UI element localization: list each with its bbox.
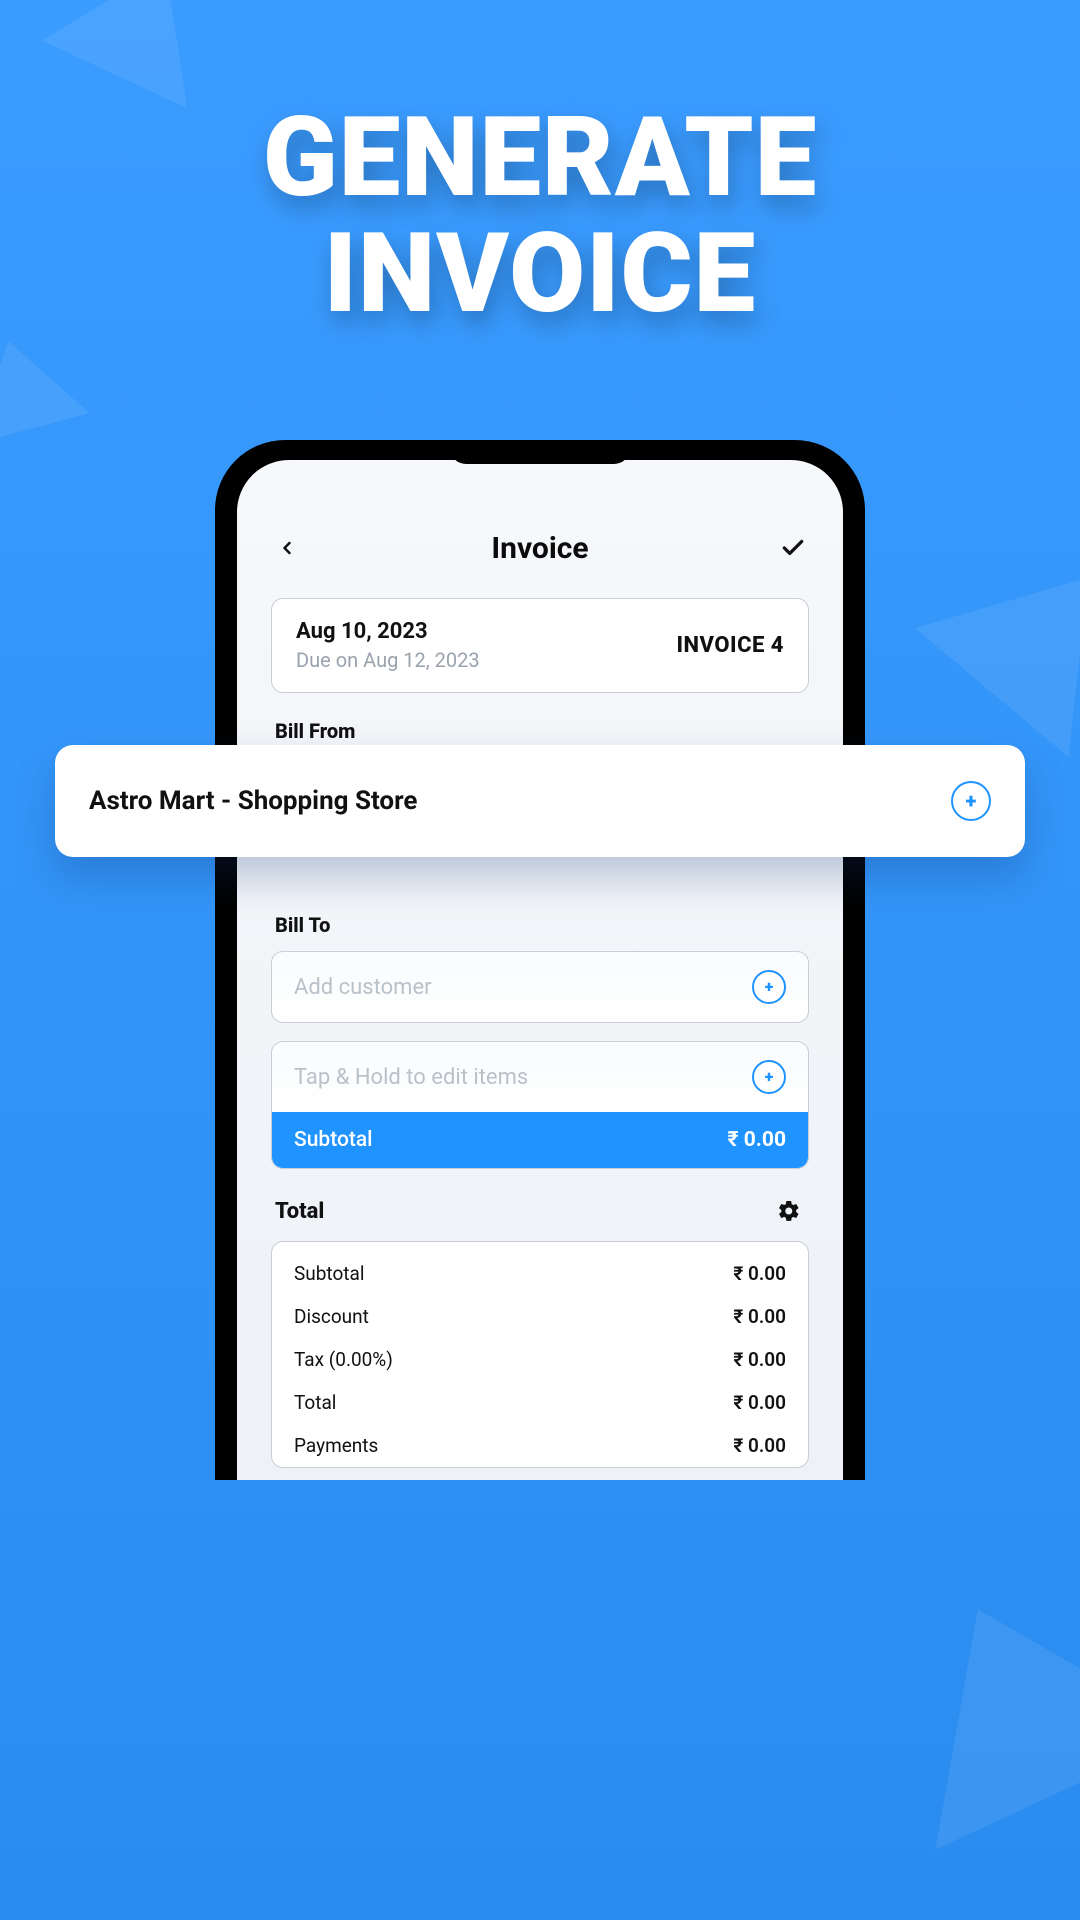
total-row-value: ₹ 0.00: [733, 1434, 786, 1457]
add-customer-field[interactable]: Add customer +: [271, 951, 809, 1023]
edit-items-field[interactable]: Tap & Hold to edit items +: [272, 1042, 808, 1112]
bill-from-name: Astro Mart - Shopping Store: [89, 786, 417, 816]
plus-icon: +: [765, 1069, 774, 1085]
add-customer-button[interactable]: +: [752, 970, 786, 1004]
page-title: Invoice: [303, 531, 777, 566]
add-biller-button[interactable]: +: [951, 781, 991, 821]
subtotal-label: Subtotal: [294, 1128, 373, 1152]
total-row-label: Total: [294, 1391, 336, 1414]
totals-card: Subtotal ₹ 0.00 Discount ₹ 0.00 Tax (0.00%…: [271, 1241, 809, 1468]
subtotal-bar: Subtotal ₹ 0.00: [272, 1112, 808, 1168]
invoice-date: Aug 10, 2023: [296, 619, 480, 644]
total-section-header: Total: [275, 1195, 805, 1227]
plus-icon: +: [966, 791, 977, 811]
invoice-due-date: Due on Aug 12, 2023: [296, 648, 480, 672]
total-row-label: Payments: [294, 1434, 378, 1457]
bill-from-label: Bill From: [275, 719, 809, 743]
plus-icon: +: [765, 979, 774, 995]
edit-items-placeholder: Tap & Hold to edit items: [294, 1065, 528, 1090]
add-item-button[interactable]: +: [752, 1060, 786, 1094]
total-label: Total: [275, 1199, 324, 1224]
subtotal-amount: ₹ 0.00: [728, 1128, 787, 1152]
total-row: Discount ₹ 0.00: [294, 1295, 786, 1338]
total-row-value: ₹ 0.00: [733, 1305, 786, 1328]
total-row: Subtotal ₹ 0.00: [294, 1252, 786, 1295]
total-row-value: ₹ 0.00: [733, 1348, 786, 1371]
hero-line-1: GENERATE: [263, 93, 818, 222]
total-row: Total ₹ 0.00: [294, 1381, 786, 1424]
invoice-meta-card[interactable]: Aug 10, 2023 Due on Aug 12, 2023 INVOICE…: [271, 598, 809, 693]
total-row-value: ₹ 0.00: [733, 1262, 786, 1285]
invoice-number: INVOICE 4: [677, 633, 785, 658]
app-screen: Invoice Aug 10, 2023 Due on Aug 12, 2023…: [237, 460, 843, 1480]
add-customer-placeholder: Add customer: [294, 975, 432, 1000]
total-row: Payments ₹ 0.00: [294, 1424, 786, 1467]
total-row-label: Tax (0.00%): [294, 1348, 393, 1371]
hero-title: GENERATE INVOICE: [0, 100, 1080, 331]
hero-line-2: INVOICE: [0, 216, 1080, 332]
phone-notch: [450, 440, 630, 464]
items-card: Tap & Hold to edit items + Subtotal ₹ 0.…: [271, 1041, 809, 1169]
total-row-value: ₹ 0.00: [733, 1391, 786, 1414]
total-settings-button[interactable]: [773, 1195, 805, 1227]
total-row-label: Subtotal: [294, 1262, 364, 1285]
back-button[interactable]: [271, 532, 303, 564]
phone-frame: Invoice Aug 10, 2023 Due on Aug 12, 2023…: [215, 440, 865, 1480]
total-row: Tax (0.00%) ₹ 0.00: [294, 1338, 786, 1381]
bill-from-card[interactable]: Astro Mart - Shopping Store +: [55, 745, 1025, 857]
app-bar: Invoice: [271, 520, 809, 576]
gear-icon: [777, 1199, 801, 1223]
chevron-left-icon: [277, 538, 297, 558]
bill-to-label: Bill To: [275, 913, 809, 937]
confirm-button[interactable]: [777, 532, 809, 564]
check-icon: [780, 535, 806, 561]
total-row-label: Discount: [294, 1305, 369, 1328]
